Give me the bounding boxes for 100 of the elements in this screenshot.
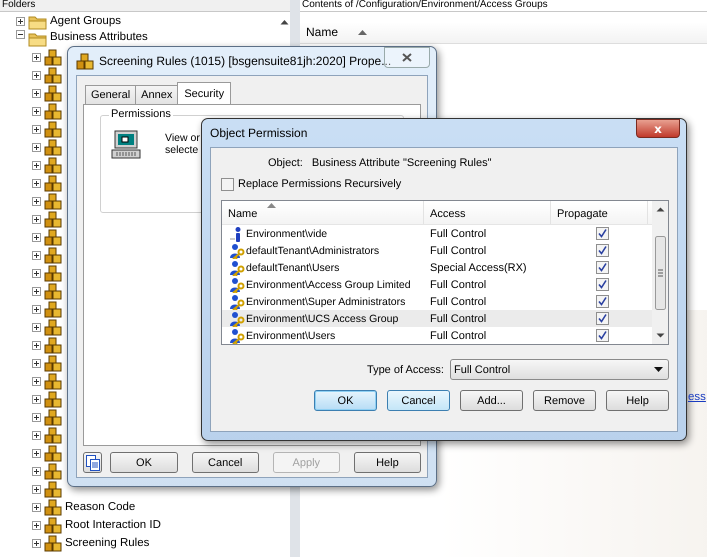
collapse-toggle[interactable] (16, 30, 25, 39)
checked-checkbox-icon[interactable] (596, 261, 609, 274)
tree-item[interactable]: Agent Groups (50, 15, 121, 27)
list-row[interactable]: defaultTenant\Administrators Full Control (222, 242, 652, 259)
list-row[interactable]: Environment\Users Full Control (222, 327, 652, 344)
cubes-icon (44, 120, 62, 138)
expand-toggle[interactable] (32, 52, 41, 62)
plus-icon (32, 70, 41, 80)
checked-checkbox-icon[interactable] (596, 329, 609, 342)
plus-icon (32, 358, 41, 368)
expand-toggle[interactable] (32, 142, 41, 152)
tab[interactable]: General (85, 85, 136, 104)
list-row[interactable]: Environment\vide Full Control (222, 225, 652, 242)
computer-icon (111, 130, 141, 160)
expand-toggle[interactable] (32, 322, 41, 332)
checkbox[interactable] (221, 178, 234, 190)
cubes-icon (44, 354, 62, 372)
plus-icon (32, 52, 41, 62)
cubes-icon (44, 498, 62, 516)
window-title: Object Permission (210, 126, 308, 140)
cubes-icon (44, 390, 62, 408)
up-arrow-icon (280, 19, 288, 25)
tab[interactable]: Security (177, 82, 232, 104)
expand-toggle[interactable] (32, 214, 41, 224)
cubes-icon (44, 480, 62, 498)
expand-toggle[interactable] (32, 304, 41, 314)
expand-toggle[interactable] (32, 502, 41, 512)
expand-toggle[interactable] (32, 394, 41, 404)
tab[interactable]: Annex (135, 85, 178, 104)
link[interactable]: ess (688, 391, 706, 403)
expand-toggle[interactable] (32, 124, 41, 134)
dialog-button[interactable]: Help (606, 390, 669, 411)
expand-toggle[interactable] (32, 250, 41, 260)
tree-item[interactable]: Root Interaction ID (65, 519, 161, 531)
cubes-icon (44, 516, 62, 534)
list-row[interactable]: defaultTenant\Users Special Access(RX) (222, 259, 652, 276)
expand-toggle[interactable] (32, 520, 41, 530)
sort-arrow-icon (267, 203, 276, 208)
cubes-icon (44, 48, 62, 66)
expand-toggle[interactable] (32, 88, 41, 98)
expand-toggle[interactable] (32, 538, 41, 548)
column-header[interactable]: Propagate (551, 201, 648, 224)
tree-item[interactable]: Reason Code (65, 501, 136, 513)
dialog-button[interactable]: Cancel (192, 452, 259, 473)
expand-toggle[interactable] (32, 448, 41, 458)
tree-item[interactable]: Screening Rules (65, 537, 150, 549)
dialog-button[interactable]: Help (354, 452, 421, 473)
expand-toggle[interactable] (32, 412, 41, 422)
down-arrow-icon (656, 333, 664, 338)
access-type-dropdown[interactable]: Full Control (450, 359, 669, 380)
cubes-icon (44, 210, 62, 228)
expand-toggle[interactable] (32, 160, 41, 170)
dialog-button[interactable]: Add... (460, 390, 523, 411)
cubes-icon (44, 246, 62, 264)
plus-icon (32, 466, 41, 476)
cubes-icon (44, 102, 62, 120)
expand-toggle[interactable] (32, 268, 41, 278)
plus-icon (32, 196, 41, 206)
expand-toggle[interactable] (32, 286, 41, 296)
dialog-button[interactable]: OK (110, 452, 178, 473)
object-value: Business Attribute "Screening Rules" (312, 157, 492, 169)
access-cell: Full Control (430, 296, 486, 308)
expand-toggle[interactable] (32, 178, 41, 188)
column-header[interactable]: Access (424, 201, 551, 224)
cubes-icon (44, 426, 62, 444)
expand-toggle[interactable] (16, 16, 25, 26)
cubes-icon (44, 84, 62, 102)
dialog-button[interactable]: OK (314, 390, 377, 411)
expand-toggle[interactable] (32, 376, 41, 386)
copy-button[interactable] (83, 452, 102, 473)
checkbox-label[interactable]: Replace Permissions Recursively (238, 178, 402, 190)
checked-checkbox-icon[interactable] (596, 244, 609, 257)
list-row[interactable]: Environment\Super Administrators Full Control (222, 293, 652, 310)
scrollbar[interactable] (652, 201, 668, 344)
expand-toggle[interactable] (32, 70, 41, 80)
expand-toggle[interactable] (32, 466, 41, 476)
plus-icon (32, 304, 41, 314)
dialog-button[interactable]: Cancel (387, 390, 450, 411)
expand-toggle[interactable] (32, 358, 41, 368)
list-row[interactable]: Environment\UCS Access Group Full Control (222, 310, 652, 327)
field-label: Type of Access: (366, 364, 444, 376)
close-button[interactable]: x (636, 119, 680, 138)
expand-toggle[interactable] (32, 196, 41, 206)
expand-toggle[interactable] (32, 232, 41, 242)
plus-icon (32, 88, 41, 98)
checked-checkbox-icon[interactable] (596, 278, 609, 291)
expand-toggle[interactable] (32, 484, 41, 494)
checked-checkbox-icon[interactable] (596, 227, 609, 240)
expand-toggle[interactable] (32, 430, 41, 440)
plus-icon (32, 124, 41, 134)
access-cell: Full Control (430, 312, 486, 324)
expand-toggle[interactable] (32, 340, 41, 350)
list-row[interactable]: Environment\Access Group Limited Full Control (222, 276, 652, 293)
expand-toggle[interactable] (32, 106, 41, 116)
plus-icon (32, 340, 41, 350)
checked-checkbox-icon[interactable] (596, 312, 609, 325)
dialog-button[interactable]: Remove (533, 390, 596, 411)
tree-item[interactable]: Business Attributes (50, 31, 148, 43)
checked-checkbox-icon[interactable] (596, 295, 609, 308)
column-header[interactable]: Name (222, 201, 424, 224)
